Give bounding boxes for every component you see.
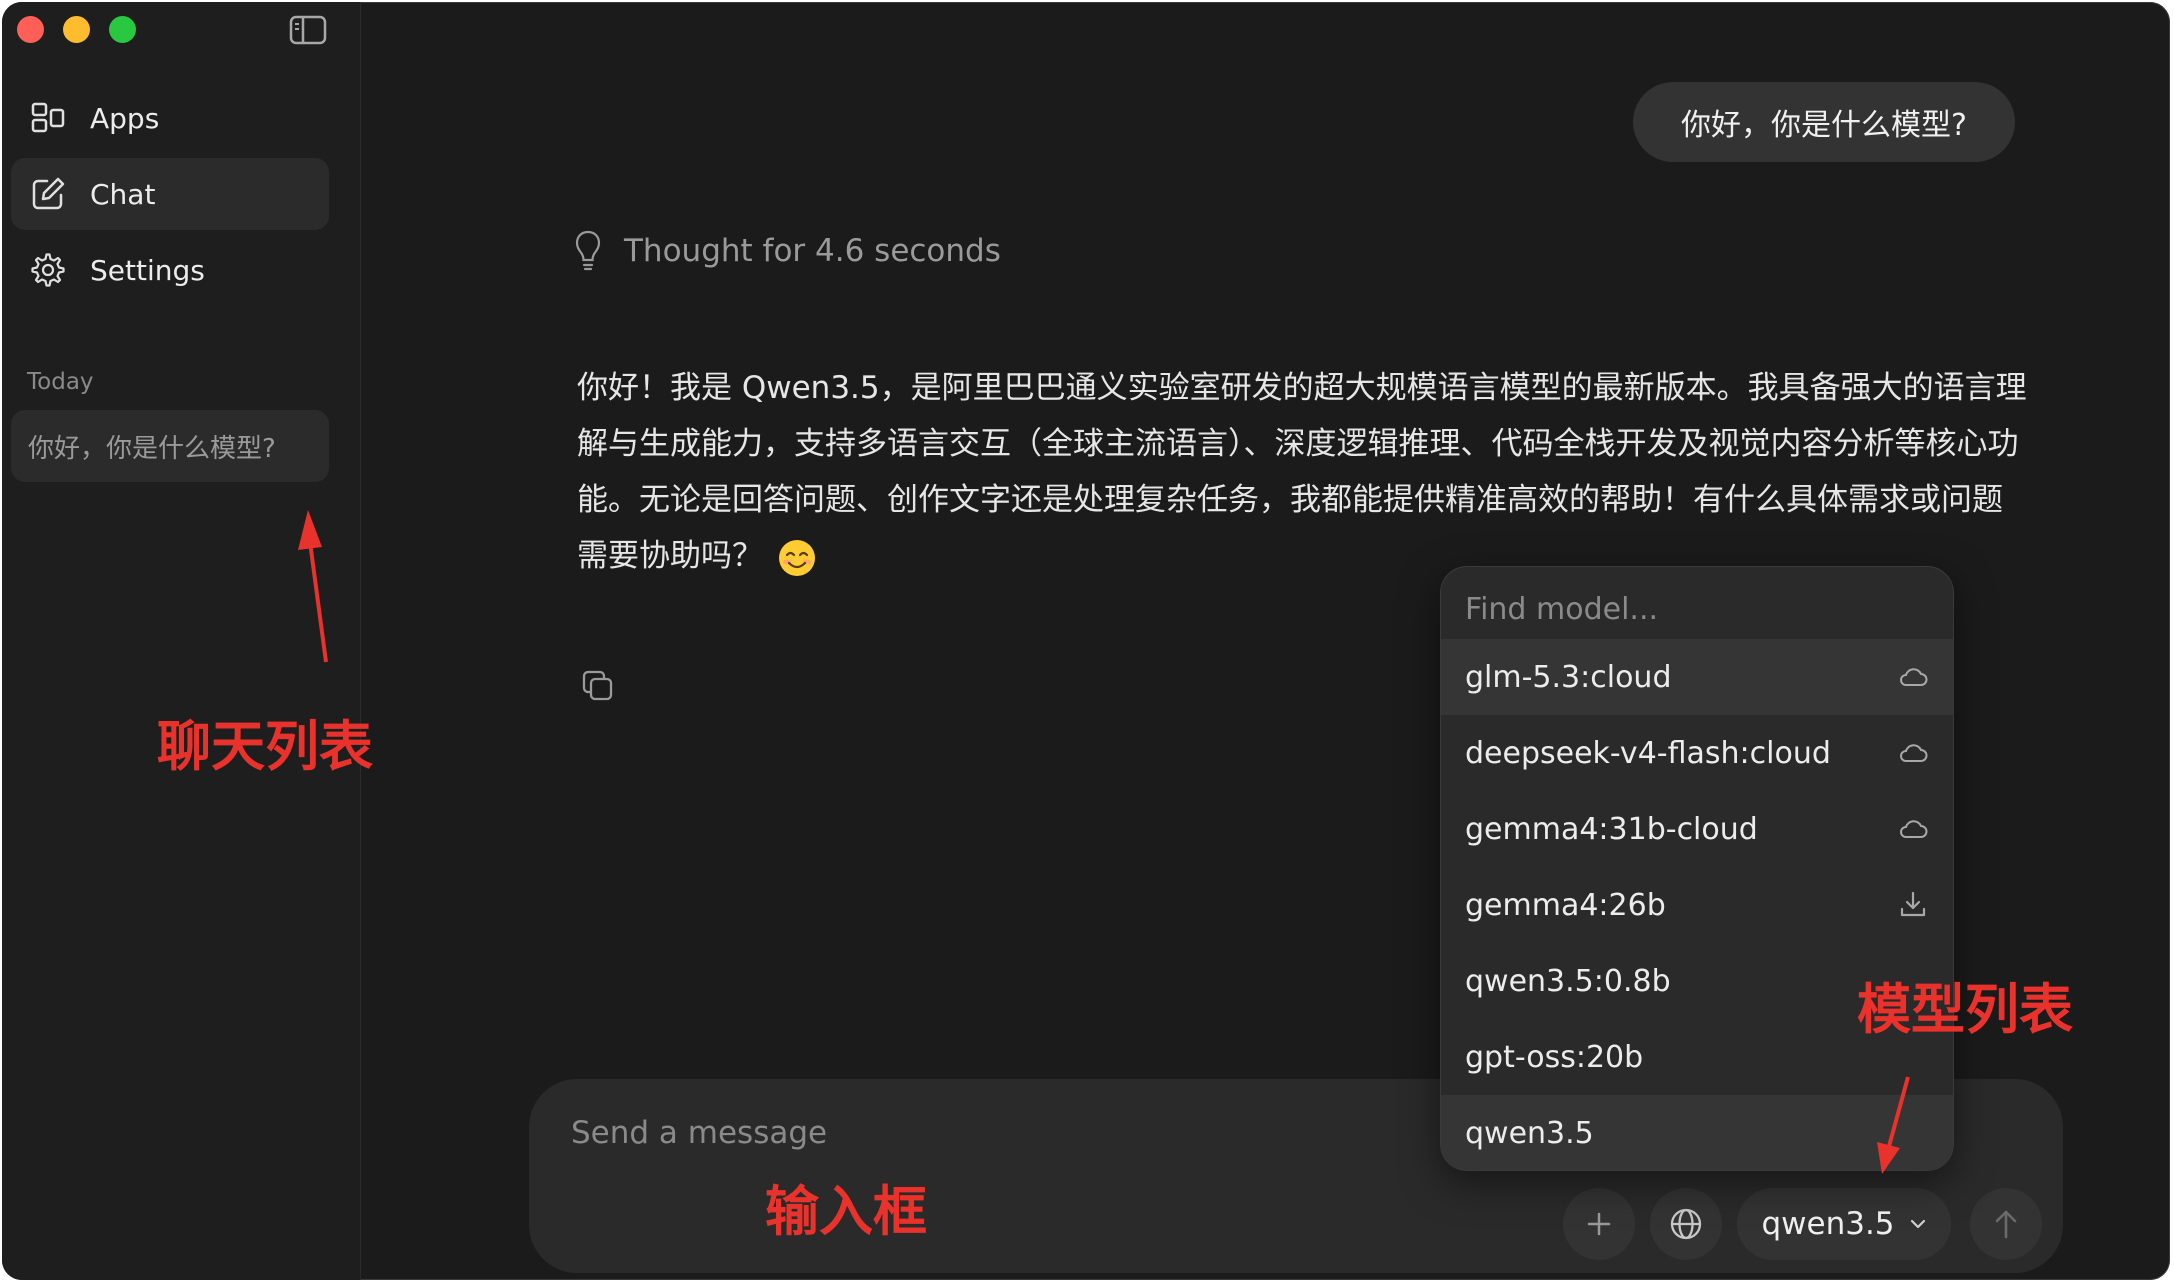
- thought-label: Thought for 4.6 seconds: [624, 233, 1001, 269]
- send-button[interactable]: [1970, 1188, 2042, 1260]
- assistant-message: 你好！我是 Qwen3.5，是阿里巴巴通义实验室研发的超大规模语言模型的最新版本…: [577, 360, 2027, 584]
- model-option[interactable]: gemma4:26b: [1441, 867, 1953, 943]
- model-name: qwen3.5:0.8b: [1465, 963, 1671, 999]
- model-option[interactable]: deepseek-v4-flash:cloud: [1441, 715, 1953, 791]
- download-icon: [1900, 891, 1926, 917]
- annotation-input-box: 输入框: [765, 1180, 927, 1243]
- model-name: gemma4:31b-cloud: [1465, 811, 1758, 847]
- sidebar: Apps Chat Settings Today 你好，你是什么模型?: [2, 2, 361, 1280]
- message-input[interactable]: [569, 1107, 1473, 1159]
- sidebar-item-label: Apps: [90, 101, 160, 135]
- sidebar-item-apps[interactable]: Apps: [11, 82, 329, 154]
- annotation-chat-list: 聊天列表: [157, 715, 373, 778]
- smiling-face-emoji: [777, 538, 817, 578]
- apps-icon: [28, 98, 68, 138]
- arrow-up-icon: [1995, 1210, 2017, 1239]
- cloud-icon: [1900, 744, 1928, 762]
- selected-model-label: qwen3.5: [1761, 1206, 1895, 1242]
- zoom-window-button[interactable]: [109, 16, 136, 43]
- copy-icon[interactable]: [580, 668, 616, 704]
- model-name: deepseek-v4-flash:cloud: [1465, 735, 1831, 771]
- model-option-selected[interactable]: qwen3.5: [1441, 1095, 1953, 1170]
- add-attachment-button[interactable]: [1563, 1188, 1635, 1260]
- chat-history-title: 你好，你是什么模型?: [28, 433, 276, 464]
- chevron-down-icon: [1910, 1219, 1925, 1229]
- cloud-icon: [1900, 668, 1928, 686]
- chat-history-item[interactable]: 你好，你是什么模型?: [11, 410, 329, 482]
- model-option[interactable]: gemma4:31b-cloud: [1441, 791, 1953, 867]
- sidebar-toggle-icon[interactable]: [289, 14, 327, 46]
- sidebar-item-chat[interactable]: Chat: [11, 158, 329, 230]
- sidebar-item-label: Chat: [90, 177, 156, 211]
- new-chat-icon: [28, 174, 68, 214]
- annotation-model-list: 模型列表: [1857, 978, 2073, 1041]
- model-option[interactable]: glm-5.3:cloud: [1441, 639, 1953, 715]
- thought-toggle[interactable]: Thought for 4.6 seconds: [574, 226, 1001, 276]
- cloud-icon: [1900, 820, 1928, 838]
- history-section-heading: Today: [27, 369, 94, 395]
- user-message-bubble: 你好，你是什么模型?: [1633, 82, 2015, 162]
- app-window: Apps Chat Settings Today 你好，你是什么模型? 你好，你…: [2, 2, 2170, 1280]
- model-dropdown: glm-5.3:cloud deepseek-v4-flash:cloud ge…: [1441, 567, 1953, 1170]
- model-name: glm-5.3:cloud: [1465, 659, 1672, 695]
- model-name: gemma4:26b: [1465, 887, 1666, 923]
- model-selector[interactable]: qwen3.5: [1737, 1188, 1951, 1260]
- plus-icon: [1587, 1212, 1611, 1236]
- sidebar-item-label: Settings: [90, 253, 205, 287]
- close-window-button[interactable]: [17, 16, 44, 43]
- model-name: qwen3.5: [1465, 1115, 1594, 1151]
- web-search-button[interactable]: [1650, 1188, 1722, 1260]
- minimize-window-button[interactable]: [63, 16, 90, 43]
- gear-icon: [28, 250, 68, 290]
- globe-icon: [1670, 1208, 1702, 1240]
- model-name: gpt-oss:20b: [1465, 1039, 1644, 1075]
- lightbulb-icon: [575, 230, 601, 271]
- sidebar-item-settings[interactable]: Settings: [11, 234, 329, 306]
